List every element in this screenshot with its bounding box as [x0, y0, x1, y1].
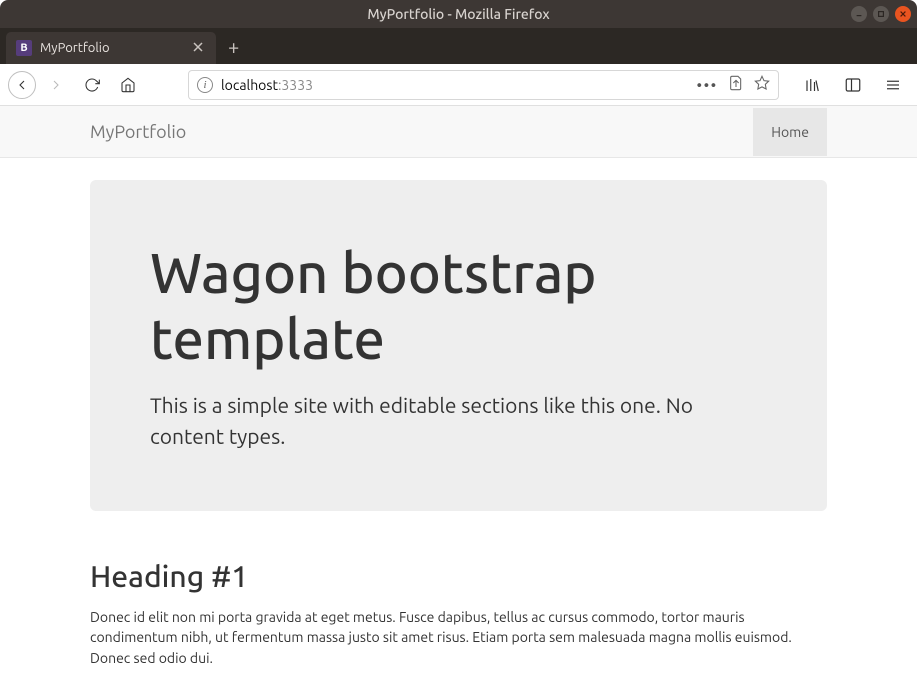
window-maximize-button[interactable]	[873, 6, 889, 22]
reload-button[interactable]	[76, 69, 108, 101]
address-right: •••	[697, 75, 770, 94]
back-button[interactable]	[8, 71, 36, 99]
menu-icon[interactable]	[877, 69, 909, 101]
home-button[interactable]	[112, 69, 144, 101]
section-text-1: Donec id elit non mi porta gravida at eg…	[90, 607, 827, 668]
browser-tab[interactable]: B MyPortfolio	[6, 32, 216, 64]
nav-item-home[interactable]: Home	[753, 108, 827, 156]
forward-button[interactable]	[40, 69, 72, 101]
jumbotron: Wagon bootstrap template This is a simpl…	[90, 180, 827, 511]
bookmark-star-icon[interactable]	[754, 75, 770, 94]
toolbar-right	[797, 69, 909, 101]
site-navbar: MyPortfolio Home	[0, 106, 917, 158]
tab-favicon: B	[16, 40, 32, 56]
site-brand[interactable]: MyPortfolio	[90, 122, 186, 142]
address-bar[interactable]: i localhost:3333 •••	[188, 70, 779, 100]
window-title: MyPortfolio - Mozilla Firefox	[367, 6, 549, 22]
page-actions-icon[interactable]: •••	[697, 77, 718, 93]
library-icon[interactable]	[797, 69, 829, 101]
jumbotron-text: This is a simple site with editable sect…	[150, 390, 767, 451]
sidebar-icon[interactable]	[837, 69, 869, 101]
tab-close-button[interactable]	[190, 38, 206, 58]
section-heading-1: Heading #1	[90, 559, 827, 593]
reader-mode-icon[interactable]	[728, 75, 744, 94]
window-close-button[interactable]	[895, 6, 911, 22]
window-controls	[851, 6, 911, 22]
main-container: Wagon bootstrap template This is a simpl…	[0, 180, 917, 681]
url-port: :3333	[278, 77, 313, 93]
tab-strip: B MyPortfolio +	[0, 28, 917, 64]
url-text: localhost:3333	[221, 77, 313, 93]
site-info-icon[interactable]: i	[197, 77, 213, 93]
new-tab-button[interactable]: +	[216, 35, 251, 58]
jumbotron-title: Wagon bootstrap template	[150, 240, 767, 372]
browser-toolbar: i localhost:3333 •••	[0, 64, 917, 106]
url-host: localhost	[221, 77, 278, 93]
page-content[interactable]: MyPortfolio Home Wagon bootstrap templat…	[0, 106, 917, 681]
window-minimize-button[interactable]	[851, 6, 867, 22]
tab-title: MyPortfolio	[40, 41, 110, 55]
window-titlebar: MyPortfolio - Mozilla Firefox	[0, 0, 917, 28]
